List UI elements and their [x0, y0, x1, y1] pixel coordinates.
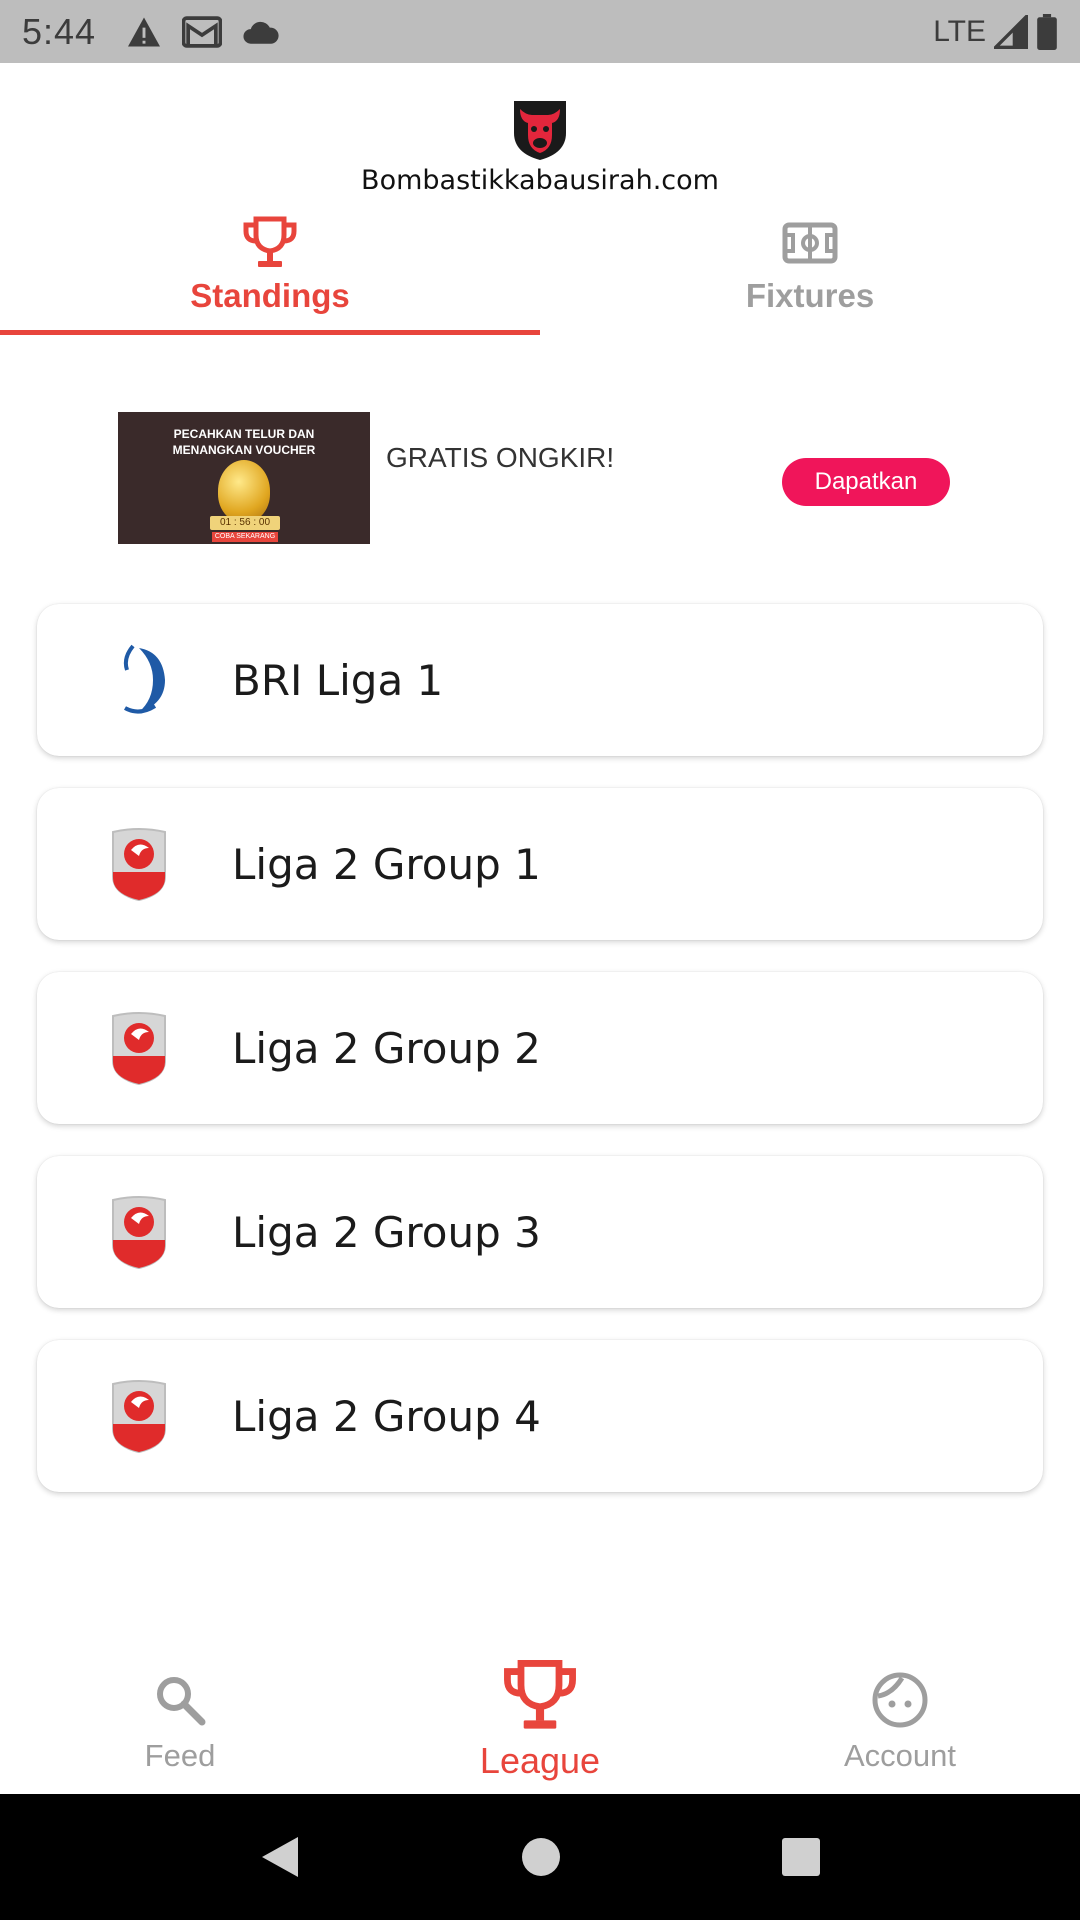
ad-image-title-line1: PECAHKAN TELUR DAN	[173, 427, 315, 441]
signal-icon	[994, 14, 1028, 49]
tab-standings[interactable]: Standings	[0, 203, 540, 335]
field-icon	[782, 222, 838, 264]
system-nav-bar	[0, 1794, 1080, 1920]
bri-liga1-logo-icon	[113, 644, 165, 714]
ad-timer: 01 : 56 : 00	[210, 516, 280, 530]
face-icon	[872, 1672, 928, 1728]
league-list: BRI Liga 1 Liga 2 Group 1 Liga 2 Group 2	[37, 604, 1043, 1524]
league-name: BRI Liga 1	[232, 655, 444, 705]
ad-image-title-line2: MENANGKAN VOUCHER	[172, 443, 316, 457]
golden-egg-image	[218, 460, 270, 522]
nav-league[interactable]: League	[360, 1640, 720, 1794]
league-name: Liga 2 Group 2	[232, 1023, 541, 1073]
league-name: Liga 2 Group 4	[232, 1391, 541, 1441]
nav-league-label: League	[479, 1740, 601, 1781]
app-header: Bombastikkabausirah.com	[0, 63, 1080, 203]
league-name: Liga 2 Group 1	[232, 839, 541, 889]
network-type: LTE	[933, 14, 986, 48]
ad-image[interactable]: PECAHKAN TELUR DAN MENANGKAN VOUCHER 01 …	[118, 412, 370, 544]
nav-feed-label: Feed	[144, 1738, 216, 1773]
nav-account-label: Account	[843, 1738, 956, 1773]
trophy-icon	[504, 1660, 576, 1729]
league-card-liga-2-group-3[interactable]: Liga 2 Group 3	[37, 1156, 1043, 1308]
league-card-liga-2-group-2[interactable]: Liga 2 Group 2	[37, 972, 1043, 1124]
ad-cta-button[interactable]: Dapatkan	[782, 458, 950, 506]
tab-fixtures[interactable]: Fixtures	[540, 203, 1080, 335]
ad-banner[interactable]: PECAHKAN TELUR DAN MENANGKAN VOUCHER 01 …	[118, 412, 962, 544]
ad-image-title: PECAHKAN TELUR DAN MENANGKAN VOUCHER	[118, 426, 370, 458]
liga2-logo-icon	[112, 1380, 166, 1454]
league-card-liga-2-group-1[interactable]: Liga 2 Group 1	[37, 788, 1043, 940]
tab-standings-label: Standings	[190, 277, 350, 314]
home-icon[interactable]	[519, 1835, 563, 1879]
tab-fixtures-label: Fixtures	[745, 277, 875, 314]
search-icon	[157, 1677, 206, 1726]
league-name: Liga 2 Group 3	[232, 1207, 541, 1257]
league-card-liga-2-group-4[interactable]: Liga 2 Group 4	[37, 1340, 1043, 1492]
warning-icon	[128, 16, 161, 47]
active-tab-indicator	[0, 330, 540, 335]
nav-feed[interactable]: Feed	[0, 1640, 360, 1794]
liga2-logo-icon	[112, 828, 166, 902]
bottom-nav: Feed League Account	[0, 1640, 1080, 1794]
app-screen: 5:44 LTE Bombastikkabausirah.com Standin…	[0, 0, 1080, 1920]
status-time: 5:44	[22, 10, 97, 52]
site-name: Bombastikkabausirah.com	[361, 165, 719, 196]
recents-icon[interactable]	[780, 1836, 822, 1878]
nav-account[interactable]: Account	[720, 1640, 1080, 1794]
back-icon[interactable]	[258, 1833, 302, 1881]
liga2-logo-icon	[112, 1196, 166, 1270]
ad-image-cta: COBA SEKARANG	[212, 532, 278, 542]
battery-icon	[1037, 13, 1057, 50]
notification-icons	[126, 15, 280, 48]
ad-headline: GRATIS ONGKIR!	[386, 442, 615, 473]
status-bar: 5:44 LTE	[0, 0, 1080, 63]
liga2-logo-icon	[112, 1012, 166, 1086]
tab-bar: Standings Fixtures	[0, 203, 1080, 335]
system-status: LTE	[933, 13, 1058, 50]
cloud-icon	[243, 21, 279, 44]
bull-logo-icon	[514, 101, 566, 160]
league-card-bri-liga-1[interactable]: BRI Liga 1	[37, 604, 1043, 756]
gmail-icon	[182, 15, 223, 48]
trophy-icon	[243, 216, 297, 267]
